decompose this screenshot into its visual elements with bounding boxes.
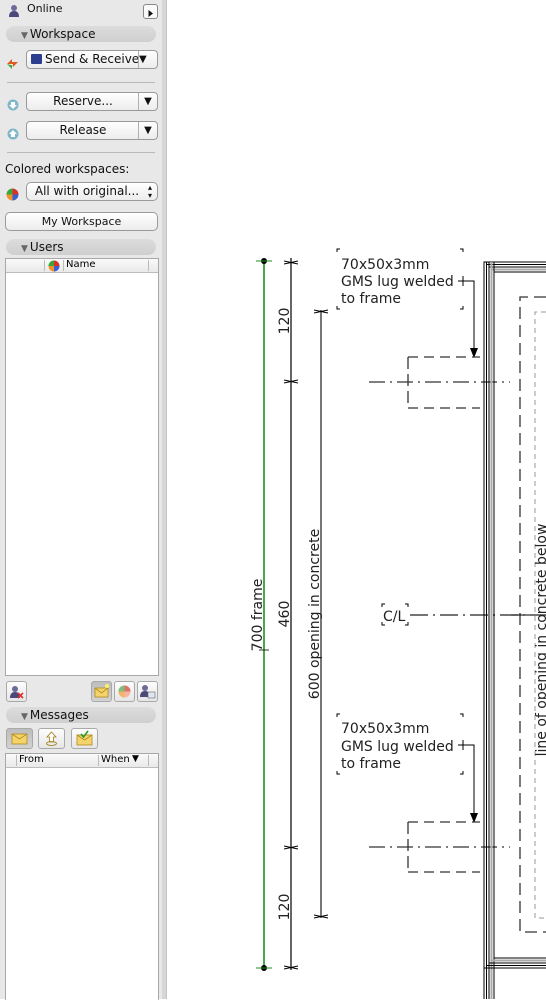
annotation-top-line3: to frame: [341, 291, 401, 307]
status-label: Online: [27, 2, 63, 15]
release-button[interactable]: Release ▼: [26, 121, 158, 140]
sent-filter-button[interactable]: [38, 728, 65, 749]
messages-section-header[interactable]: ▼ Messages: [6, 707, 156, 723]
envelope-icon: [11, 733, 28, 745]
disclosure-triangle-icon: ▼: [21, 244, 28, 254]
messages-list-header: From When ▼: [6, 754, 158, 768]
user-status-icon: [8, 3, 20, 22]
new-message-icon: [94, 684, 109, 698]
cad-drawing[interactable]: 700 frame 120 460 120 600 opening in con…: [167, 0, 546, 999]
upload-arrow-icon: [46, 731, 57, 746]
send-receive-dropdown[interactable]: ▼: [138, 51, 157, 68]
colored-workspaces-select[interactable]: All with original... ▴ ▾: [26, 182, 158, 201]
column-header-name[interactable]: Name: [66, 259, 96, 270]
user-info-button[interactable]: [137, 681, 158, 702]
remove-user-icon: [10, 686, 24, 699]
my-workspace-label: My Workspace: [41, 215, 122, 228]
messages-list[interactable]: From When ▼: [5, 753, 159, 1000]
my-workspace-button[interactable]: My Workspace: [5, 212, 158, 231]
annotation-top-line2: GMS lug welded: [341, 274, 454, 290]
release-arrow-up-icon: [7, 125, 19, 140]
users-list-header: Name: [6, 259, 158, 273]
remove-user-button[interactable]: [6, 681, 27, 702]
dim-top-label: 120: [277, 308, 293, 335]
new-message-button[interactable]: [91, 681, 112, 702]
centerline-label: C/L: [383, 609, 405, 625]
status-row: Online: [0, 2, 162, 19]
reserve-dropdown[interactable]: ▼: [138, 93, 157, 110]
separator: [7, 82, 155, 83]
sync-arrows-icon: [6, 54, 18, 69]
send-receive-icon: [31, 54, 42, 64]
inbox-filter-button[interactable]: [6, 728, 33, 749]
select-stepper-icon: ▴ ▾: [147, 183, 152, 200]
workspace-header-label: Workspace: [29, 27, 96, 41]
annotation-top[interactable]: 70x50x3mm GMS lug welded to frame: [336, 248, 478, 358]
colored-workspaces-value: All with original...: [34, 184, 140, 198]
users-header-label: Users: [29, 240, 64, 254]
column-header-when[interactable]: When: [101, 754, 130, 765]
dim-mid-label: 460: [277, 601, 293, 628]
annotation-bottom-line2: GMS lug welded: [341, 739, 454, 755]
users-section-header[interactable]: ▼ Users: [6, 239, 156, 255]
expand-button[interactable]: [143, 4, 158, 19]
annotation-bottom-line1: 70x50x3mm: [341, 721, 429, 737]
user-details-icon: [140, 685, 156, 699]
annotation-bottom-line3: to frame: [341, 756, 401, 772]
reserve-label: Reserve...: [53, 94, 113, 108]
disclosure-triangle-icon: ▼: [21, 712, 28, 722]
sort-descending-icon: ▼: [132, 754, 139, 764]
release-dropdown[interactable]: ▼: [138, 122, 157, 139]
workspace-section-header[interactable]: ▼ Workspace: [6, 26, 156, 42]
disclosure-triangle-icon: ▼: [21, 31, 28, 41]
release-label: Release: [59, 123, 107, 137]
sidebar-panel: Online ▼ Workspace Send & Receive ▼ Reser…: [0, 0, 163, 1000]
envelope-check-icon: [76, 730, 93, 746]
column-header-from[interactable]: From: [19, 754, 44, 765]
color-column-header-icon: [48, 260, 60, 275]
reserve-button[interactable]: Reserve... ▼: [26, 92, 158, 111]
send-receive-button[interactable]: Send & Receive ▼: [26, 50, 158, 69]
colored-workspaces-label: Colored workspaces:: [5, 162, 130, 176]
dim-frame-label: 700 frame: [250, 579, 266, 652]
read-filter-button[interactable]: [71, 728, 98, 749]
color-wheel-icon: [6, 186, 19, 201]
users-list[interactable]: Name: [5, 258, 159, 676]
opening-note-label: line of opening in concrete below: [534, 524, 546, 757]
send-receive-label: Send & Receive: [45, 52, 140, 66]
annotation-bottom[interactable]: 70x50x3mm GMS lug welded to frame: [336, 713, 478, 823]
color-wheel-icon: [118, 685, 131, 698]
dim-opening-label: 600 opening in concrete: [307, 529, 323, 699]
reserve-arrow-down-icon: [7, 96, 19, 111]
separator: [7, 152, 155, 153]
play-icon: [148, 10, 153, 17]
annotation-top-line1: 70x50x3mm: [341, 257, 429, 273]
user-colors-button[interactable]: [114, 681, 135, 702]
drawing-canvas[interactable]: 700 frame 120 460 120 600 opening in con…: [167, 0, 546, 999]
dim-bottom-label: 120: [277, 894, 293, 921]
messages-header-label: Messages: [29, 708, 89, 722]
